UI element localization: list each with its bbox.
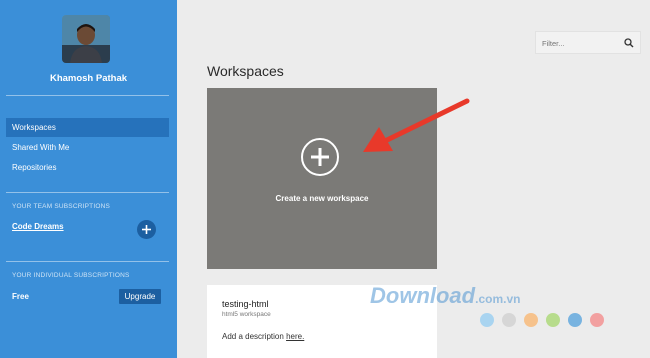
watermark-text: Download (370, 283, 476, 308)
plus-icon (142, 225, 151, 234)
filter-box[interactable] (535, 31, 641, 54)
add-icon (301, 138, 339, 176)
search-icon[interactable] (624, 38, 634, 48)
individual-subscriptions-heading: YOUR INDIVIDUAL SUBSCRIPTIONS (12, 272, 130, 279)
team-subscriptions-heading: YOUR TEAM SUBSCRIPTIONS (12, 203, 111, 210)
workspace-description-text: Add a description (222, 332, 284, 341)
watermark-suffix: .com.vn (475, 292, 521, 306)
workspace-type: html5 workspace (222, 311, 271, 318)
add-team-subscription-button[interactable] (137, 220, 156, 239)
create-workspace-label: Create a new workspace (275, 194, 369, 203)
avatar-photo-icon (62, 15, 110, 63)
workspace-description: Add a description here. (222, 332, 304, 341)
workspace-name[interactable]: testing-html (222, 299, 269, 309)
sidebar: Khamosh Pathak Workspaces Shared With Me… (0, 0, 177, 358)
username: Khamosh Pathak (49, 73, 128, 84)
user-avatar[interactable] (62, 15, 110, 63)
page-title: Workspaces (207, 63, 284, 79)
watermark-logo: Download.com.vn (370, 283, 520, 309)
red-arrow-icon (363, 98, 470, 152)
divider (6, 261, 169, 262)
watermark-dot (546, 313, 560, 327)
nav-item-repositories[interactable]: Repositories (6, 158, 169, 177)
divider (6, 192, 169, 193)
watermark-dot (568, 313, 582, 327)
plan-label: Free (12, 292, 29, 301)
filter-input[interactable] (542, 36, 622, 50)
watermark-dot (590, 313, 604, 327)
watermark-dot (524, 313, 538, 327)
divider (6, 95, 169, 96)
nav-item-workspaces[interactable]: Workspaces (6, 118, 169, 137)
nav-item-shared-with-me[interactable]: Shared With Me (6, 138, 169, 157)
team-subscription-link[interactable]: Code Dreams (12, 222, 64, 231)
plus-icon (311, 148, 329, 166)
watermark-dot (480, 313, 494, 327)
upgrade-button[interactable]: Upgrade (119, 289, 161, 304)
add-description-link[interactable]: here. (286, 332, 304, 341)
watermark-dot (502, 313, 516, 327)
